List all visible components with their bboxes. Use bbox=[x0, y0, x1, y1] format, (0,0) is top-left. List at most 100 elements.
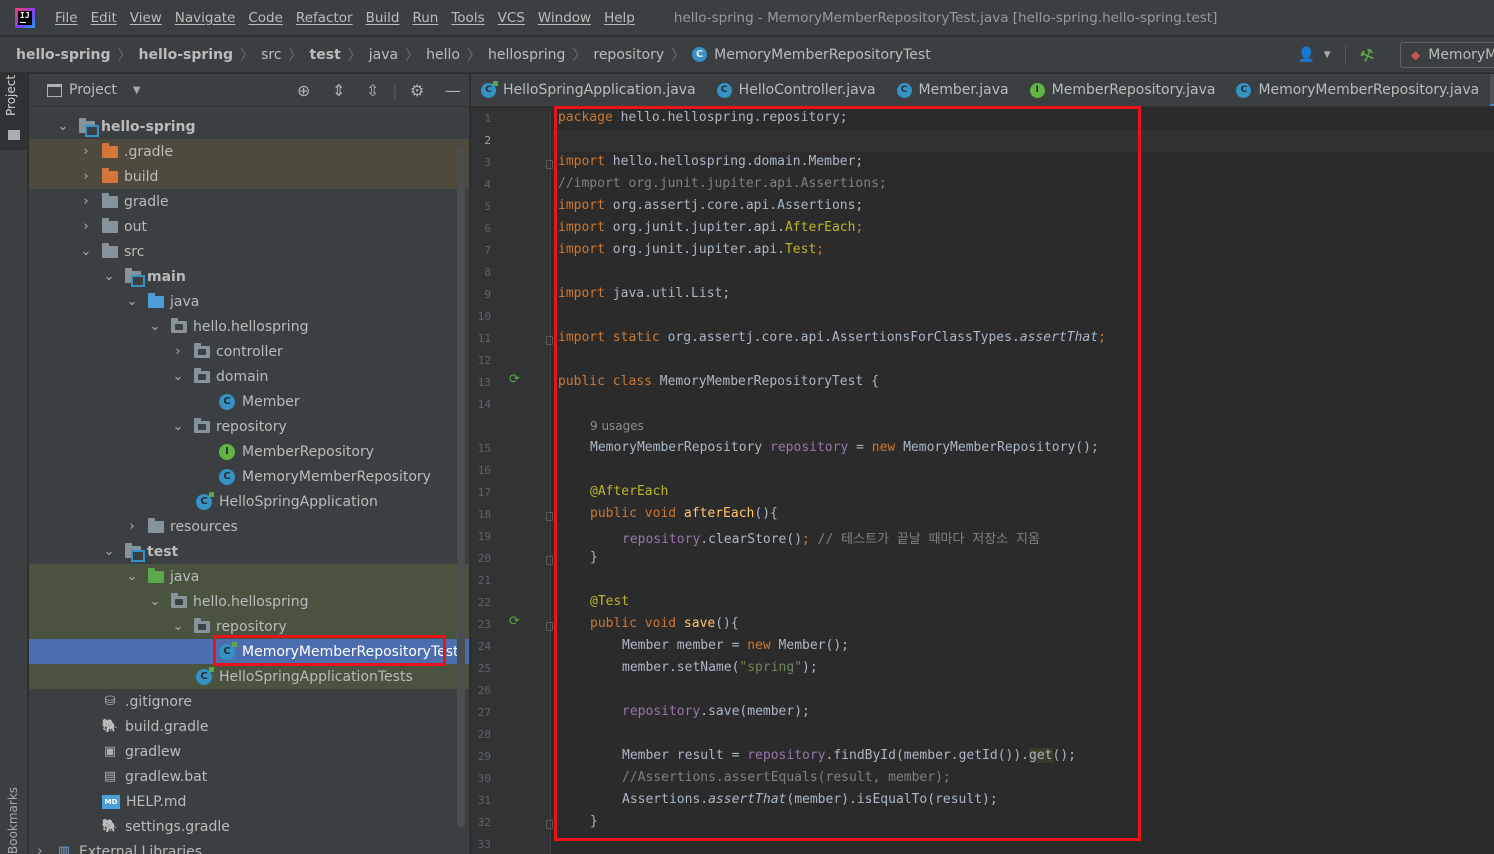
menu-build[interactable]: Build bbox=[366, 10, 400, 26]
run-test-icon[interactable]: ⟳ bbox=[509, 372, 520, 387]
tree-item-member-repository[interactable]: I MemberRepository bbox=[29, 439, 469, 464]
tree-item-main-package[interactable]: ⌄ hello.hellospring bbox=[29, 314, 469, 339]
bookmarks-tool-tab[interactable]: Bookmarks bbox=[6, 787, 20, 854]
menu-file[interactable]: File bbox=[55, 10, 78, 26]
gear-icon[interactable]: ⚙ bbox=[410, 81, 424, 100]
tree-item-hello-spring-application[interactable]: C HelloSpringApplication bbox=[29, 489, 469, 514]
chevron-down-icon[interactable]: ⌄ bbox=[103, 544, 115, 559]
chevron-down-icon[interactable]: ⌄ bbox=[149, 594, 161, 609]
run-test-icon[interactable]: ⟳ bbox=[509, 614, 520, 629]
tree-item-main-java[interactable]: ⌄ java bbox=[29, 289, 469, 314]
project-tool-tab[interactable]: Project bbox=[0, 74, 28, 150]
chevron-down-icon[interactable]: ⌄ bbox=[172, 419, 184, 434]
fold-marker-icon[interactable] bbox=[546, 512, 553, 521]
menu-tools[interactable]: Tools bbox=[451, 10, 484, 26]
chevron-down-icon[interactable]: ⌄ bbox=[149, 319, 161, 334]
tree-item-memory-member-repository-test[interactable]: C MemoryMemberRepositoryTest bbox=[29, 639, 469, 664]
tree-item-resources[interactable]: › resources bbox=[29, 514, 469, 539]
tab-memory-member-repository[interactable]: C MemoryMemberRepository.java bbox=[1226, 74, 1490, 106]
tree-item-domain[interactable]: ⌄ domain bbox=[29, 364, 469, 389]
menu-help[interactable]: Help bbox=[604, 10, 635, 26]
chevron-down-icon[interactable]: ⌄ bbox=[103, 269, 115, 284]
tree-item-hello-spring-application-tests[interactable]: C HelloSpringApplicationTests bbox=[29, 664, 469, 689]
chevron-down-icon[interactable]: ⌄ bbox=[57, 119, 69, 134]
tree-item-memory-member-repository[interactable]: C MemoryMemberRepository bbox=[29, 464, 469, 489]
chevron-right-icon[interactable]: › bbox=[80, 144, 92, 159]
tree-item-gradlew[interactable]: ▣ gradlew bbox=[29, 739, 469, 764]
usages-inlay-hint[interactable]: 9 usages bbox=[590, 419, 644, 433]
collapse-all-icon[interactable]: ⇳ bbox=[366, 81, 379, 100]
tree-scrollbar[interactable] bbox=[457, 147, 465, 827]
tree-item-gradle[interactable]: › gradle bbox=[29, 189, 469, 214]
project-view-selector[interactable]: Project bbox=[69, 82, 117, 98]
tree-item-test[interactable]: ⌄ test bbox=[29, 539, 469, 564]
breadcrumb-project[interactable]: hello-spring bbox=[16, 47, 111, 63]
fold-marker-icon[interactable] bbox=[546, 622, 553, 631]
tree-item-external-libraries[interactable]: › ▥ External Libraries bbox=[29, 839, 469, 854]
menu-view[interactable]: View bbox=[130, 10, 162, 26]
menu-run[interactable]: Run bbox=[412, 10, 438, 26]
tree-item-build[interactable]: › build bbox=[29, 164, 469, 189]
tab-memory-member-repository-test[interactable]: C bbox=[1490, 74, 1494, 106]
fold-marker-icon[interactable] bbox=[546, 336, 553, 345]
tree-item-member[interactable]: C Member bbox=[29, 389, 469, 414]
chevron-right-icon[interactable]: › bbox=[80, 194, 92, 209]
breadcrumb-hellospring[interactable]: hellospring bbox=[488, 47, 565, 63]
tree-item-gradlew-bat[interactable]: ▤ gradlew.bat bbox=[29, 764, 469, 789]
menu-navigate[interactable]: Navigate bbox=[175, 10, 236, 26]
tree-item-gradle-dir[interactable]: › .gradle bbox=[29, 139, 469, 164]
expand-all-icon[interactable]: ⇕ bbox=[332, 81, 345, 100]
tab-hello-controller[interactable]: C HelloController.java bbox=[707, 74, 887, 106]
menu-vcs[interactable]: VCS bbox=[498, 10, 525, 26]
breadcrumb-test[interactable]: test bbox=[310, 47, 341, 63]
chevron-down-icon[interactable]: ⌄ bbox=[172, 619, 184, 634]
fold-marker-icon[interactable] bbox=[546, 556, 553, 565]
tree-item-help-md[interactable]: MD HELP.md bbox=[29, 789, 469, 814]
chevron-right-icon[interactable]: › bbox=[172, 344, 184, 359]
tab-member-repository[interactable]: I MemberRepository.java bbox=[1020, 74, 1227, 106]
menu-window[interactable]: Window bbox=[538, 10, 591, 26]
caret-down-icon[interactable]: ▼ bbox=[1324, 50, 1331, 60]
tab-member[interactable]: C Member.java bbox=[887, 74, 1020, 106]
tree-item-hello-spring[interactable]: ⌄ hello-spring bbox=[29, 114, 469, 139]
tree-item-out[interactable]: › out bbox=[29, 214, 469, 239]
chevron-right-icon[interactable]: › bbox=[80, 169, 92, 184]
tree-item-settings-gradle[interactable]: 🐘 settings.gradle bbox=[29, 814, 469, 839]
tree-item-controller[interactable]: › controller bbox=[29, 339, 469, 364]
tree-item-test-package[interactable]: ⌄ hello.hellospring bbox=[29, 589, 469, 614]
hammer-icon[interactable]: ⚒ bbox=[1357, 44, 1377, 67]
chevron-right-icon[interactable]: › bbox=[34, 844, 46, 854]
menu-refactor[interactable]: Refactor bbox=[296, 10, 353, 26]
chevron-down-icon[interactable]: ⌄ bbox=[80, 244, 92, 259]
menu-code[interactable]: Code bbox=[248, 10, 283, 26]
menu-edit[interactable]: Edit bbox=[91, 10, 117, 26]
hide-icon[interactable]: — bbox=[445, 81, 461, 100]
chevron-down-icon[interactable]: ⌄ bbox=[126, 569, 138, 584]
code-line-13: public class MemoryMemberRepositoryTest … bbox=[558, 374, 879, 389]
tree-item-build-gradle[interactable]: 🐘 build.gradle bbox=[29, 714, 469, 739]
run-configuration-selector[interactable]: ◆ MemoryM bbox=[1400, 42, 1494, 68]
tree-item-test-repository[interactable]: ⌄ repository bbox=[29, 614, 469, 639]
fold-marker-icon[interactable] bbox=[546, 160, 553, 169]
breadcrumb-hello[interactable]: hello bbox=[426, 47, 460, 63]
code-editor[interactable]: 1 2 3 4 5 6 7 8 9 10 11 12 13 14 15 16 1… bbox=[471, 108, 1494, 854]
chevron-down-icon[interactable]: ⌄ bbox=[126, 294, 138, 309]
chevron-right-icon[interactable]: › bbox=[126, 519, 138, 534]
tree-item-test-java[interactable]: ⌄ java bbox=[29, 564, 469, 589]
breadcrumb-repository[interactable]: repository bbox=[593, 47, 664, 63]
tree-item-src[interactable]: ⌄ src bbox=[29, 239, 469, 264]
chevron-right-icon[interactable]: › bbox=[80, 219, 92, 234]
breadcrumb-module[interactable]: hello-spring bbox=[139, 47, 234, 63]
tree-item-repository[interactable]: ⌄ repository bbox=[29, 414, 469, 439]
chevron-down-icon[interactable]: ⌄ bbox=[172, 369, 184, 384]
tab-hello-spring-application[interactable]: C HelloSpringApplication.java bbox=[471, 74, 707, 106]
tree-item-gitignore[interactable]: ⛁ .gitignore bbox=[29, 689, 469, 714]
breadcrumb-src[interactable]: src bbox=[261, 47, 281, 63]
tree-item-main[interactable]: ⌄ main bbox=[29, 264, 469, 289]
fold-marker-icon[interactable] bbox=[546, 820, 553, 829]
caret-down-icon[interactable]: ▼ bbox=[133, 85, 141, 96]
locate-icon[interactable]: ⊕ bbox=[297, 81, 310, 100]
user-icon[interactable]: 👤 bbox=[1298, 47, 1324, 63]
breadcrumb-file[interactable]: C MemoryMemberRepositoryTest bbox=[692, 47, 931, 63]
breadcrumb-java[interactable]: java bbox=[369, 47, 398, 63]
